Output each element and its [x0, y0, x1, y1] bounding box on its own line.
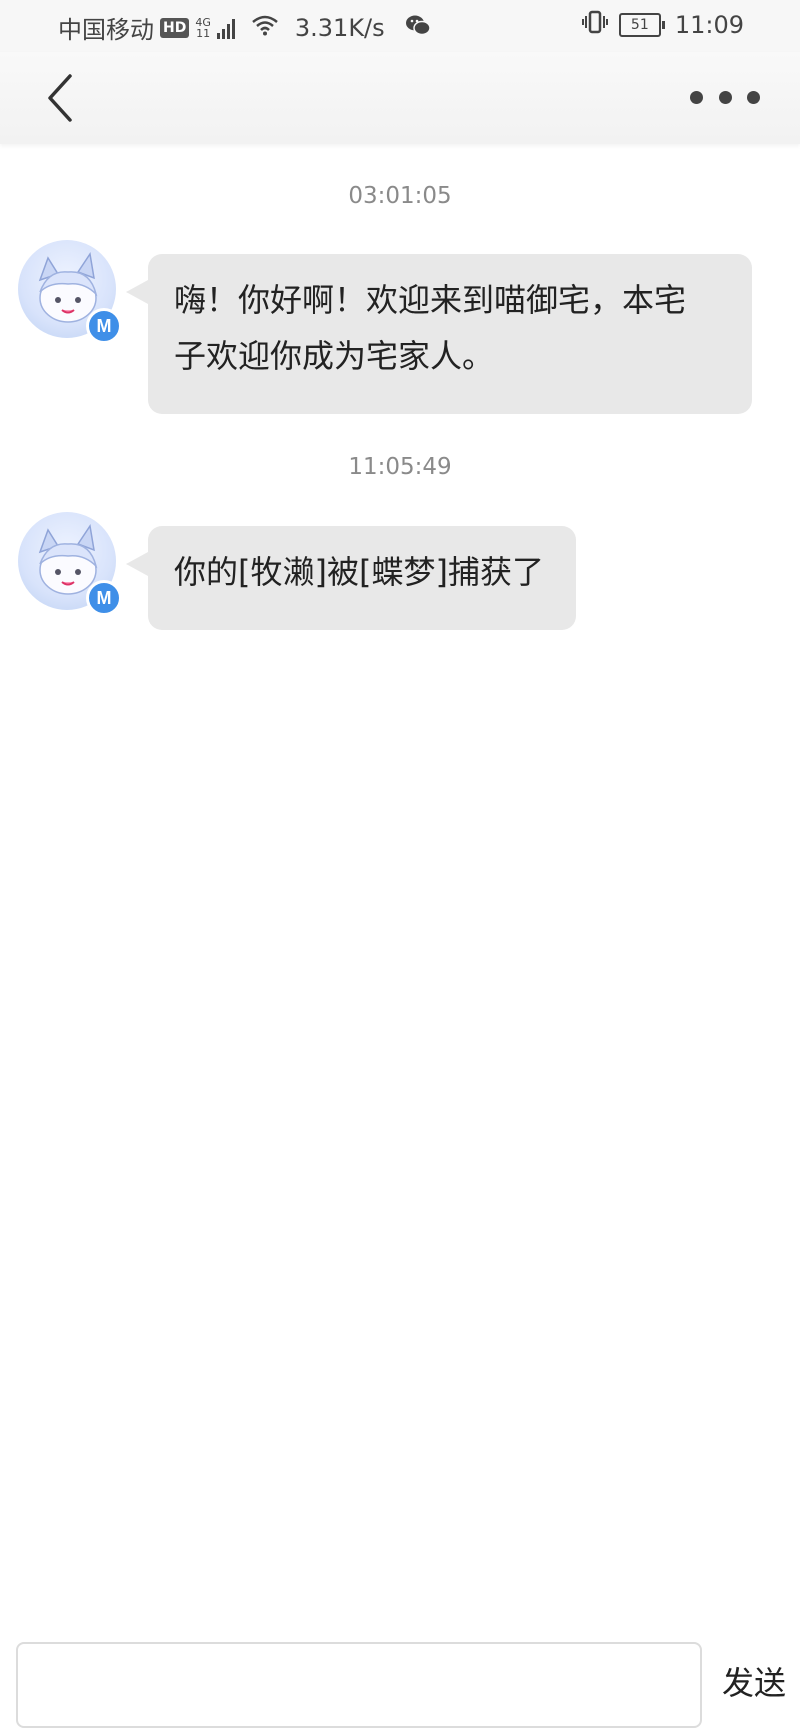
more-dots-icon: [690, 90, 703, 104]
hd-icon: HD: [160, 17, 190, 38]
status-right: 51 11:09: [581, 10, 744, 40]
message-input-bar: 发送: [0, 1624, 800, 1733]
verified-badge-icon: M: [86, 308, 122, 344]
battery-level: 51: [618, 13, 661, 37]
message-bubble[interactable]: 你的[牧濑]被[蝶梦]捕获了: [126, 526, 576, 630]
signal-icon: [216, 17, 235, 39]
carrier-name: 中国移动: [58, 16, 154, 44]
message-bubble[interactable]: 嗨！你好啊！欢迎来到喵御宅，本宅 子欢迎你成为宅家人。: [126, 254, 752, 414]
avatar[interactable]: M: [18, 240, 122, 344]
message-list[interactable]: 03:01:05 M 嗨！你好啊！欢迎来到喵御宅，本宅 子欢迎你成为宅家人。 1…: [0, 144, 800, 1624]
avatar[interactable]: M: [18, 512, 122, 616]
chevron-left-icon: [48, 74, 72, 122]
message-timestamp: 11:05:49: [348, 454, 452, 480]
message-text: 你的[牧濑]被[蝶梦]捕获了: [174, 553, 544, 591]
message-text-line-1: 嗨！你好啊！欢迎来到喵御宅，本宅: [174, 281, 687, 319]
wifi-icon: [251, 14, 279, 42]
network-type: 4G: [195, 15, 211, 29]
verified-badge-icon: M: [86, 580, 122, 616]
status-bar: 中国移动 HD 4G 11 3.31K/s 51 11:09: [0, 0, 800, 52]
message-input[interactable]: [16, 1642, 702, 1728]
battery-icon: 51: [618, 13, 665, 37]
more-options-button[interactable]: [690, 82, 760, 112]
network-speed: 3.31K/s: [294, 13, 385, 42]
chat-header: [0, 52, 800, 144]
vibrate-icon: [581, 10, 609, 40]
network-sub: 11: [196, 26, 211, 40]
message-timestamp: 03:01:05: [348, 183, 452, 209]
back-button[interactable]: [40, 68, 90, 128]
network-type-indicator: 4G 11: [195, 17, 211, 39]
status-left: 中国移动 HD 4G 11 3.31K/s: [58, 10, 431, 45]
message-text-line-2: 子欢迎你成为宅家人。: [174, 337, 495, 375]
send-button[interactable]: 发送: [716, 1658, 792, 1708]
status-time: 11:09: [674, 11, 744, 39]
wechat-icon: [405, 14, 431, 42]
